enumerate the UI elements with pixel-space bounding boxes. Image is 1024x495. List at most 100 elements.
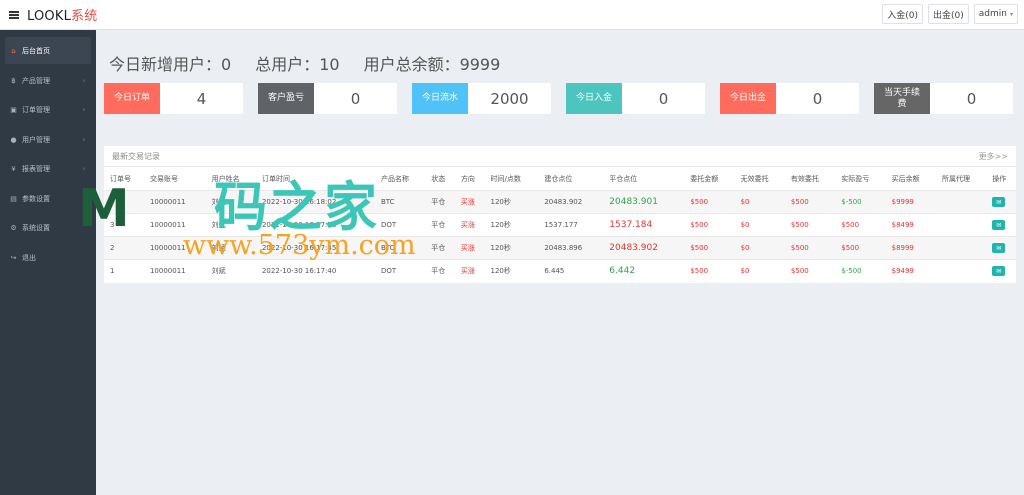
- cell-direction: 买涨: [454, 259, 485, 283]
- cell-order-id: 4: [104, 190, 144, 214]
- cell-user-name: 刘斌: [205, 259, 256, 283]
- top-navbar: LOOKL系统 入金(0) 出金(0) admin ▾: [0, 0, 1024, 30]
- cell-agent: [935, 236, 987, 260]
- cell-valid-order: $500: [784, 236, 836, 260]
- cell-order-time: 2022-10-30 16:17:40: [255, 259, 375, 283]
- top-actions: 入金(0) 出金(0) admin ▾: [882, 4, 1018, 24]
- yen-icon: ¥: [11, 165, 16, 174]
- cell-open-price: 20483.902: [538, 190, 604, 214]
- cell-close-price: 20483.902: [603, 236, 685, 260]
- cell-duration: 120秒: [484, 259, 539, 283]
- cell-close-price: 6.442: [603, 259, 685, 283]
- brand-title: LOOKL系统: [27, 5, 97, 24]
- cell-order-id: 2: [104, 236, 144, 260]
- message-icon[interactable]: ✉: [992, 243, 1006, 253]
- col-product: 产品名称: [374, 166, 426, 191]
- total-balance: 用户总余额：9999: [363, 55, 501, 74]
- col-order-time: 订单时间: [255, 166, 375, 191]
- settings-list-icon: ▤: [10, 194, 17, 203]
- stat-badge: 今日订单: [104, 83, 160, 114]
- cell-account: 10000011: [143, 213, 206, 237]
- sidebar-item-reports[interactable]: ¥ 报表管理 ›: [0, 155, 96, 185]
- cell-direction: 买涨: [454, 190, 485, 214]
- col-order-amount: 委托金额: [684, 166, 735, 191]
- stat-card-today-orders: 今日订单 4: [104, 83, 243, 114]
- cell-user-name: 刘斌: [205, 236, 256, 260]
- panel-title: 最新交易记录: [112, 151, 160, 161]
- stat-value: 4: [196, 89, 207, 108]
- summary-headline: 今日新增用户：0 总用户：10 用户总余额：9999: [109, 51, 500, 75]
- sidebar-item-logout[interactable]: ↪ 退出: [0, 243, 96, 273]
- col-direction: 方向: [454, 166, 485, 191]
- chevron-down-icon: ▾: [1009, 10, 1013, 18]
- chevron-right-icon: ›: [82, 165, 85, 173]
- hamburger-menu-icon[interactable]: [9, 10, 19, 19]
- cell-balance-after: $9499: [885, 259, 936, 283]
- cell-duration: 120秒: [484, 213, 539, 237]
- cell-open-price: 20483.896: [538, 236, 604, 260]
- sidebar: ⌂ 后台首页 ฿ 产品管理 › ▣ 订单管理 › ● 用户管理 › ¥ 报表管理…: [0, 30, 96, 495]
- chevron-right-icon: ›: [82, 136, 85, 144]
- sidebar-item-products[interactable]: ฿ 产品管理 ›: [0, 66, 96, 96]
- col-user-name: 用户姓名: [205, 166, 256, 191]
- cell-invalid-order: $0: [734, 236, 785, 260]
- sidebar-item-dashboard[interactable]: ⌂ 后台首页: [5, 37, 91, 64]
- cell-order-amount: $500: [684, 213, 735, 237]
- withdraw-button[interactable]: 出金(0): [928, 4, 969, 24]
- col-open-price: 建仓点位: [538, 166, 604, 191]
- col-invalid-order: 无效委托: [734, 166, 785, 191]
- cell-order-time: 2022-10-30 16:17:45: [255, 236, 375, 260]
- more-link[interactable]: 更多>>: [979, 151, 1008, 162]
- sidebar-item-users[interactable]: ● 用户管理 ›: [0, 125, 96, 155]
- main-content: 今日新增用户：0 总用户：10 用户总余额：9999 今日订单 4 客户盈亏 0…: [96, 30, 1024, 495]
- cell-balance-after: $9999: [885, 190, 936, 214]
- stat-badge: 今日出金: [720, 83, 776, 114]
- stat-card-today-fee: 当天手续费 0: [874, 83, 1013, 114]
- cell-actions: ✉: [986, 236, 1016, 260]
- stat-value: 0: [350, 89, 361, 108]
- gear-icon: ⚙: [10, 224, 17, 233]
- cell-actions: ✉: [986, 190, 1016, 214]
- stats-cards: 今日订单 4 客户盈亏 0 今日流水 2000 今日入金 0 今日出金 0 当天…: [104, 83, 1024, 114]
- sidebar-item-label: 系统设置: [22, 224, 50, 233]
- admin-user-label: admin: [978, 9, 1007, 19]
- col-duration: 时间/点数: [484, 166, 539, 191]
- sidebar-item-system-settings[interactable]: ⚙ 系统设置: [0, 214, 96, 244]
- total-users: 总用户：10: [255, 55, 340, 74]
- cell-direction: 买涨: [454, 213, 485, 237]
- sidebar-item-label: 用户管理: [22, 135, 50, 144]
- cell-close-price: 20483.901: [603, 190, 685, 214]
- cell-product: BTC: [374, 236, 426, 260]
- cell-actual-pnl: $-500: [835, 259, 886, 283]
- cell-invalid-order: $0: [734, 259, 785, 283]
- message-icon[interactable]: ✉: [992, 220, 1006, 230]
- cell-balance-after: $8999: [885, 236, 936, 260]
- sidebar-item-orders[interactable]: ▣ 订单管理 ›: [0, 96, 96, 126]
- cell-user-name: 刘斌: [205, 190, 256, 214]
- table-row: 2 10000011 刘斌 2022-10-30 16:17:45 BTC 平仓…: [104, 236, 1016, 260]
- home-icon: ⌂: [11, 46, 16, 55]
- sidebar-item-label: 退出: [22, 253, 36, 262]
- cell-product: DOT: [374, 259, 426, 283]
- cell-actual-pnl: $500: [835, 213, 886, 237]
- col-valid-order: 有效委托: [784, 166, 836, 191]
- deposit-button[interactable]: 入金(0): [882, 4, 924, 24]
- col-status: 状态: [425, 166, 455, 191]
- cell-agent: [935, 259, 987, 283]
- message-icon[interactable]: ✉: [992, 197, 1006, 207]
- sidebar-item-parameters[interactable]: ▤ 参数设置: [0, 184, 96, 214]
- stat-card-today-deposit: 今日入金 0: [566, 83, 705, 114]
- recent-trades-panel: 最新交易记录 更多>> 订单号 交易账号 用户姓名 订单时间 产品名称 状态 方…: [104, 146, 1016, 283]
- admin-user-menu[interactable]: admin ▾: [973, 4, 1018, 24]
- message-icon[interactable]: ✉: [992, 266, 1006, 277]
- cell-invalid-order: $0: [734, 190, 785, 214]
- cell-agent: [935, 213, 987, 237]
- col-order-id: 订单号: [104, 166, 144, 191]
- cell-direction: 买涨: [454, 236, 485, 260]
- cell-status: 平仓: [425, 236, 455, 260]
- stat-badge: 当天手续费: [874, 83, 930, 114]
- col-actual-pnl: 实际盈亏: [835, 166, 886, 191]
- stat-card-customer-pnl: 客户盈亏 0: [258, 83, 397, 114]
- table-row: 1 10000011 刘斌 2022-10-30 16:17:40 DOT 平仓…: [104, 259, 1016, 283]
- cell-valid-order: $500: [784, 213, 836, 237]
